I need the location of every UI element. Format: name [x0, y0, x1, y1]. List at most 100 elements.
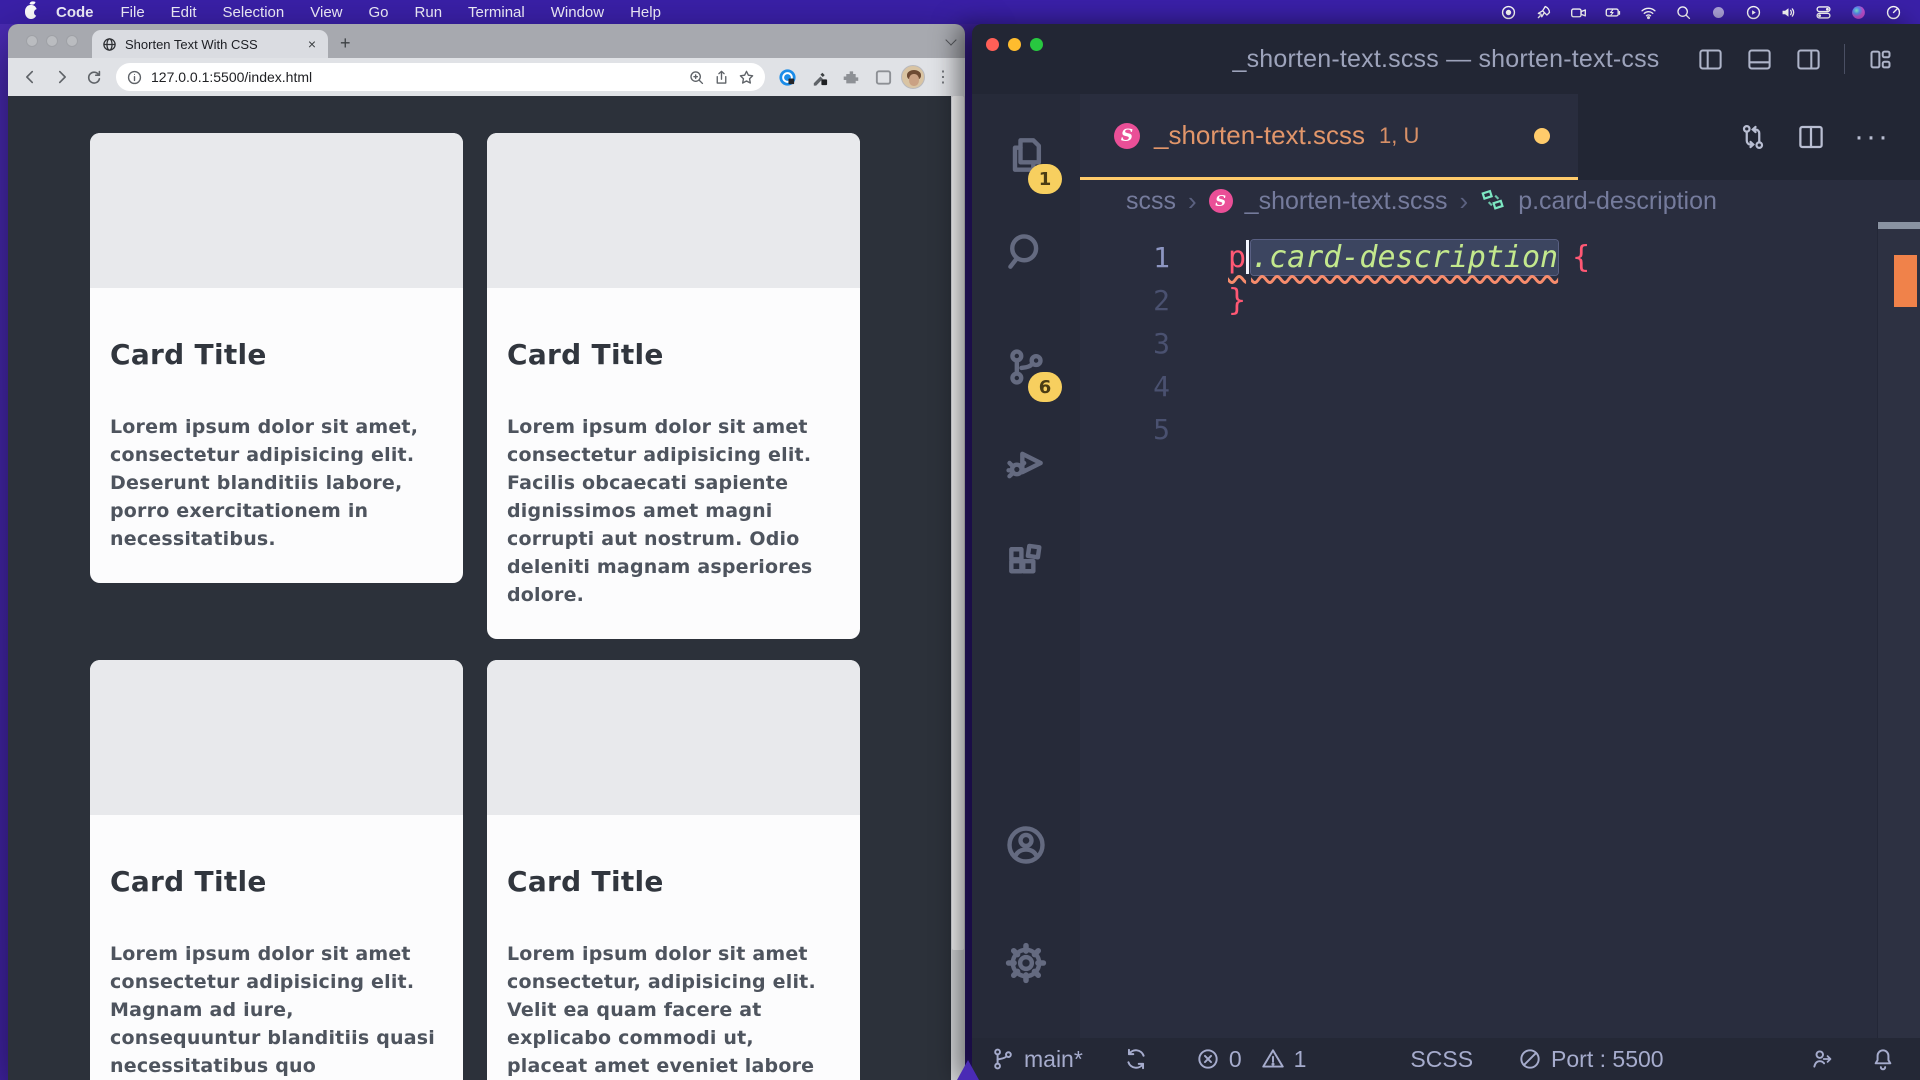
source-control-icon[interactable]	[972, 327, 1080, 407]
notifications-bell-icon[interactable]	[1870, 1046, 1896, 1072]
symbol-class-icon	[1480, 188, 1506, 214]
apple-menu[interactable]	[14, 5, 48, 19]
language-mode-item[interactable]: SCSS	[1410, 1046, 1473, 1073]
menu-go[interactable]: Go	[356, 0, 402, 24]
breadcrumbs: scss › S _shorten-text.scss › p.card-des…	[1080, 180, 1920, 222]
share-icon[interactable]	[713, 69, 730, 86]
menu-view[interactable]: View	[297, 0, 355, 24]
open-changes-icon[interactable]	[1738, 122, 1768, 152]
code-editor[interactable]: 1 p.card-description{ 2 } 3 4 5	[1080, 222, 1920, 1038]
git-branch-item[interactable]: main*	[990, 1046, 1083, 1073]
chevron-right-icon: ›	[1460, 186, 1469, 217]
minimize-window-button[interactable]	[1008, 38, 1021, 51]
search-icon[interactable]	[972, 212, 1080, 292]
card-description: Lorem ipsum dolor sit amet consectetur, …	[507, 940, 838, 1080]
clock-icon[interactable]	[1884, 3, 1902, 21]
bookmark-star-icon[interactable]	[738, 69, 755, 86]
eyedropper-extension-icon[interactable]	[805, 63, 833, 91]
back-button[interactable]	[16, 63, 44, 91]
chrome-tabstrip: Shorten Text With CSS × +	[8, 24, 965, 58]
tab-filename: _shorten-text.scss	[1154, 120, 1365, 151]
breadcrumb-folder[interactable]: scss	[1126, 187, 1176, 216]
chrome-menu-icon[interactable]: ⋮	[929, 63, 957, 91]
tab-close-icon[interactable]: ×	[306, 37, 318, 51]
code-line-3[interactable]: 3	[1080, 322, 1920, 365]
toggle-secondary-sidebar-icon[interactable]	[1795, 46, 1822, 73]
warning-count: 1	[1294, 1046, 1307, 1073]
minimize-window-button[interactable]	[46, 35, 58, 47]
scrollbar-slider[interactable]	[1878, 222, 1920, 229]
menu-edit[interactable]: Edit	[158, 0, 210, 24]
customize-layout-icon[interactable]	[1867, 46, 1894, 73]
live-server-port-item[interactable]: Port : 5500	[1517, 1046, 1664, 1073]
profile-avatar[interactable]	[901, 65, 925, 89]
site-info-icon[interactable]	[126, 69, 143, 86]
breadcrumb-file[interactable]: _shorten-text.scss	[1245, 187, 1448, 216]
explorer-icon[interactable]	[972, 115, 1080, 195]
sync-icon	[1123, 1046, 1149, 1072]
wifi-icon[interactable]	[1639, 3, 1657, 21]
split-editor-icon[interactable]	[1796, 122, 1826, 152]
close-window-button[interactable]	[986, 38, 999, 51]
code-line-5[interactable]: 5	[1080, 408, 1920, 451]
branch-name: main*	[1024, 1046, 1083, 1073]
run-debug-icon[interactable]	[972, 423, 1080, 503]
toggle-panel-icon[interactable]	[1746, 46, 1773, 73]
settings-gear-icon[interactable]	[972, 923, 1080, 1003]
menu-file[interactable]: File	[108, 0, 158, 24]
new-tab-button[interactable]: +	[340, 33, 351, 54]
feedback-icon[interactable]	[1810, 1046, 1836, 1072]
code-line-1[interactable]: 1 p.card-description{	[1080, 236, 1920, 279]
problems-item[interactable]: 0 1	[1195, 1046, 1307, 1073]
editor-tab[interactable]: S _shorten-text.scss 1, U	[1080, 94, 1578, 180]
unsaved-dot-icon[interactable]	[1534, 128, 1550, 144]
page-scrollbar-thumb[interactable]	[952, 96, 964, 950]
video-camera-icon[interactable]	[1569, 3, 1587, 21]
menu-selection[interactable]: Selection	[210, 0, 298, 24]
search-icon[interactable]	[1674, 3, 1692, 21]
menu-app-name[interactable]: Code	[48, 0, 108, 24]
close-window-button[interactable]	[26, 35, 38, 47]
more-actions-icon[interactable]: ···	[1854, 120, 1890, 154]
extensions-puzzle-icon[interactable]	[837, 63, 865, 91]
siri-icon[interactable]	[1849, 3, 1867, 21]
reload-button[interactable]	[80, 63, 108, 91]
battery-icon[interactable]	[1604, 3, 1622, 21]
forward-button[interactable]	[48, 63, 76, 91]
apple-icon	[25, 5, 37, 19]
code-line-2[interactable]: 2 }	[1080, 279, 1920, 322]
circle-slash-icon	[1517, 1046, 1543, 1072]
sidebar-toggle-icon[interactable]	[869, 63, 897, 91]
overview-warning-mark	[1894, 255, 1917, 307]
password-manager-extension-icon[interactable]	[773, 63, 801, 91]
volume-icon[interactable]	[1779, 3, 1797, 21]
text-cursor	[1246, 240, 1249, 274]
menu-terminal[interactable]: Terminal	[455, 0, 538, 24]
browser-tab[interactable]: Shorten Text With CSS ×	[92, 30, 328, 58]
breadcrumb-symbol[interactable]: p.card-description	[1518, 187, 1717, 216]
dot-icon[interactable]	[1709, 3, 1727, 21]
code-line-4[interactable]: 4	[1080, 365, 1920, 408]
menu-help[interactable]: Help	[617, 0, 674, 24]
toggle-primary-sidebar-icon[interactable]	[1697, 46, 1724, 73]
record-icon[interactable]	[1499, 3, 1517, 21]
zoom-window-button[interactable]	[1030, 38, 1043, 51]
close-brace-token: }	[1228, 283, 1246, 318]
zoom-page-icon[interactable]	[688, 69, 705, 86]
extensions-icon[interactable]	[972, 523, 1080, 603]
menu-run[interactable]: Run	[402, 0, 456, 24]
editor-scrollbar[interactable]	[1877, 222, 1920, 1038]
play-circle-icon[interactable]	[1744, 3, 1762, 21]
rocket-icon[interactable]	[1534, 3, 1552, 21]
zoom-window-button[interactable]	[66, 35, 78, 47]
account-icon[interactable]	[972, 805, 1080, 885]
line-number: 2	[1080, 284, 1170, 317]
chevron-down-icon[interactable]	[945, 34, 956, 45]
warnings-icon	[1260, 1046, 1286, 1072]
card: Card Title Lorem ipsum dolor sit amet, c…	[90, 133, 463, 583]
address-bar[interactable]: 127.0.0.1:5500/index.html	[116, 63, 765, 91]
divider	[1844, 44, 1846, 74]
control-center-icon[interactable]	[1814, 3, 1832, 21]
menu-window[interactable]: Window	[538, 0, 617, 24]
sync-item[interactable]	[1123, 1046, 1149, 1072]
